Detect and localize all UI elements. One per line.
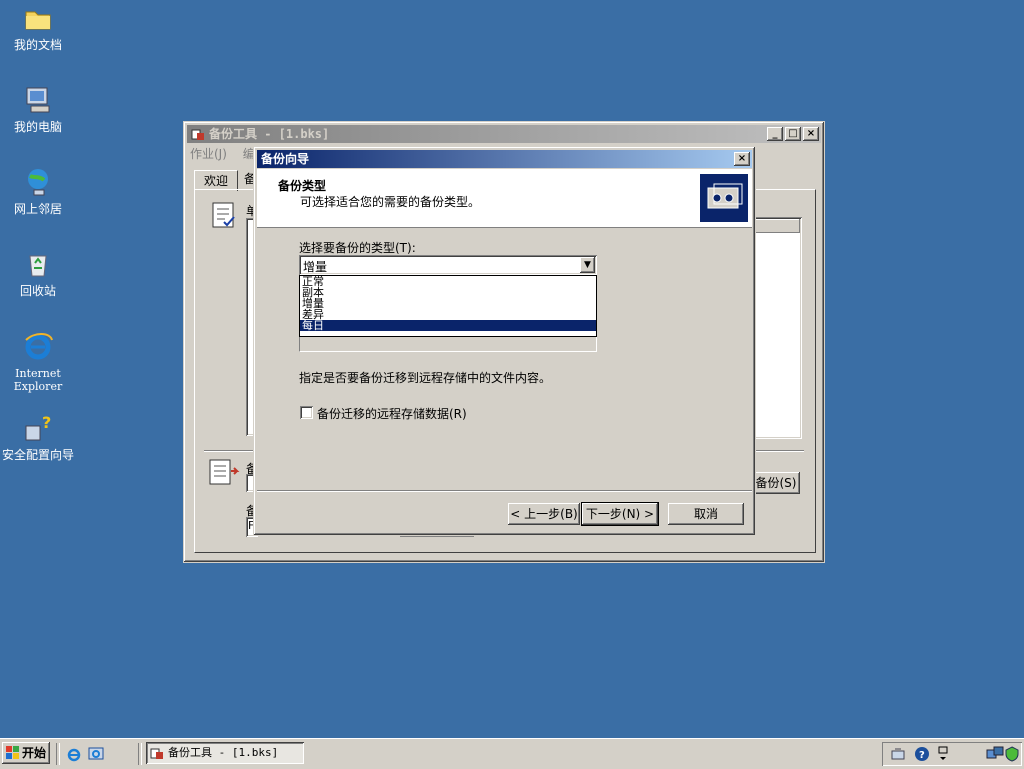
security-wizard-icon: ?: [25, 413, 51, 441]
start-button[interactable]: 开始: [2, 742, 50, 764]
remote-storage-checkbox-label[interactable]: 备份迁移的远程存储数据(R): [317, 405, 467, 422]
wizard-button-divider: [257, 490, 752, 492]
file-list-header: [754, 219, 800, 233]
help-tray-icon[interactable]: ?: [914, 746, 930, 762]
file-list-pane[interactable]: [752, 217, 802, 439]
description-box: [299, 337, 597, 352]
wizard-title: 备份向导: [261, 152, 310, 166]
dropdown-option-highlighted[interactable]: 每日: [300, 320, 596, 331]
quick-launch-desktop-icon[interactable]: [88, 746, 104, 762]
remote-storage-description: 指定是否要备份迁移到远程存储中的文件内容。: [299, 371, 552, 385]
desktop-icon-label: 我的电脑: [13, 120, 62, 134]
svg-text:?: ?: [42, 413, 51, 432]
desktop-icon-recycle-bin[interactable]: 回收站: [0, 248, 76, 298]
backup-type-select[interactable]: 增量 ▼: [299, 255, 597, 275]
backup-app-icon: [150, 748, 163, 759]
desktop-icon-label: 我的文档: [13, 38, 62, 52]
backup-app-icon: [191, 129, 204, 140]
desktop-icon-internet-explorer[interactable]: Internet Explorer: [0, 330, 76, 393]
desktop-icon-label: 回收站: [19, 284, 56, 298]
next-button[interactable]: 下一步(N) >: [581, 502, 659, 526]
desktop-icon-label: Internet Explorer: [13, 367, 63, 393]
checklist-icon: [212, 202, 235, 228]
minimize-button[interactable]: _: [767, 127, 783, 141]
backup-type-dropdown-list: 正常 副本 增量 差异 每日: [299, 275, 597, 337]
backup-destination-icon: [209, 459, 240, 485]
menu-item-job[interactable]: 作业(J): [190, 147, 227, 161]
network-connections-icon[interactable]: [986, 746, 1004, 762]
recycle-bin-icon: [29, 255, 47, 277]
backup-wizard-dialog: 备份向导 × 备份类型 可选择适合您的需要的备份类型。 选择要备份的类型(T):…: [253, 146, 756, 536]
wizard-close-button[interactable]: ×: [734, 152, 750, 166]
remote-storage-checkbox[interactable]: [300, 406, 313, 419]
folder-icon: [25, 11, 51, 30]
dropdown-option[interactable]: 副本: [300, 287, 596, 298]
wizard-titlebar[interactable]: 备份向导 ×: [257, 150, 752, 168]
wizard-header-title: 备份类型: [278, 179, 327, 193]
desktop-icon-label: 安全配置向导: [1, 448, 74, 462]
backup-wizard-logo-icon: [700, 174, 748, 222]
backup-window-titlebar[interactable]: 备份工具 - [1.bks] _ □ ×: [187, 125, 821, 143]
language-tray-icon[interactable]: [936, 746, 950, 762]
quick-launch-ie-icon[interactable]: [66, 746, 82, 762]
system-tray: ?: [882, 742, 1022, 766]
maximize-button[interactable]: □: [785, 127, 801, 141]
backup-type-label: 选择要备份的类型(T):: [299, 241, 416, 255]
security-tray-icon[interactable]: [1004, 746, 1020, 762]
dropdown-option[interactable]: 差异: [300, 309, 596, 320]
wizard-header-subtitle: 可选择适合您的需要的备份类型。: [300, 195, 481, 209]
wizard-header: 备份类型 可选择适合您的需要的备份类型。: [257, 169, 752, 228]
svg-text:?: ?: [919, 750, 925, 761]
computer-icon: [26, 87, 50, 113]
network-icon: [28, 169, 48, 196]
dropdown-arrow-button[interactable]: ▼: [580, 257, 595, 273]
tab-welcome[interactable]: 欢迎: [194, 170, 238, 191]
back-button[interactable]: < 上一步(B): [508, 503, 580, 525]
windows-logo-icon: [6, 746, 19, 759]
dropdown-option[interactable]: 正常: [300, 276, 596, 287]
dropdown-option[interactable]: 增量: [300, 298, 596, 309]
desktop-icon-security-wizard[interactable]: ? 安全配置向导: [0, 412, 76, 462]
desktop-icon-label: 网上邻居: [13, 202, 62, 216]
quick-launch-divider: [56, 743, 60, 765]
task-divider: [138, 743, 142, 765]
taskbar: 开始 备份工具 - [1.bks] ?: [0, 738, 1024, 769]
desktop-icon-my-computer[interactable]: 我的电脑: [0, 84, 76, 134]
desktop-icon-my-documents[interactable]: 我的文档: [0, 2, 76, 52]
close-button[interactable]: ×: [803, 127, 819, 141]
desktop-icon-network[interactable]: 网上邻居: [0, 166, 76, 216]
backup-type-selected-value: 增量: [303, 260, 328, 274]
start-backup-button[interactable]: 备份(S): [752, 472, 800, 494]
cancel-button[interactable]: 取消: [668, 503, 744, 525]
network-tray-icon[interactable]: [890, 746, 906, 762]
taskbar-button-backup[interactable]: 备份工具 - [1.bks]: [146, 742, 304, 764]
backup-window-title: 备份工具 - [1.bks]: [209, 127, 330, 141]
internet-explorer-icon: [25, 333, 53, 360]
